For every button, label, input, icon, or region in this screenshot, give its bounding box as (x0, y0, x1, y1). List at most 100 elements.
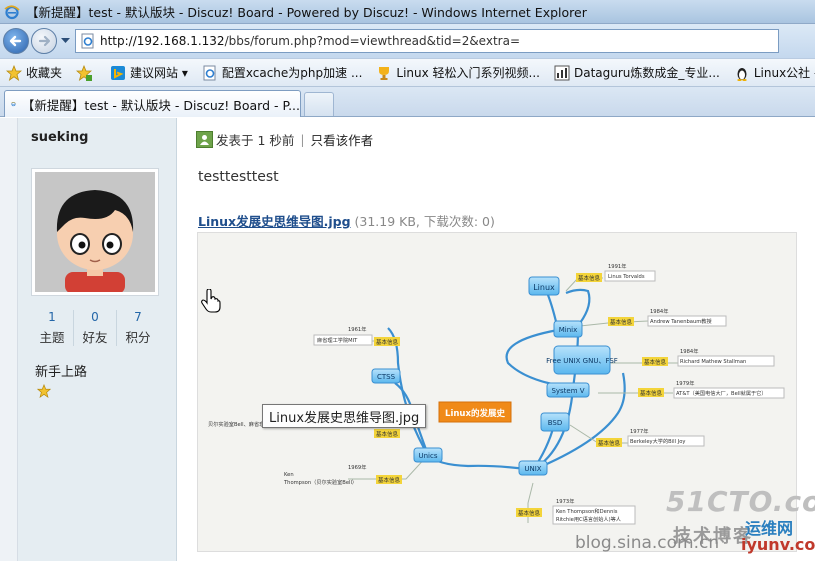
favorites-button[interactable]: 收藏夹 (6, 64, 62, 81)
svg-text:Berkeley大学的Bill Joy: Berkeley大学的Bill Joy (630, 437, 685, 445)
favorites-bar: 收藏夹 建议网站 ▾ 配置xcache为php加速 ... Linux 轻松入门… (0, 58, 815, 87)
stat-value: 7 (134, 310, 142, 324)
svg-text:Free UNIX GNU、FSF: Free UNIX GNU、FSF (546, 357, 618, 365)
page-icon (81, 33, 94, 49)
svg-text:1979年: 1979年 (676, 379, 694, 387)
svg-text:UNIX: UNIX (524, 465, 541, 473)
fav-item-dataguru[interactable]: Dataguru炼数成金_专业... (554, 64, 720, 81)
fav-label-linux-video: Linux 轻松入门系列视频... (396, 66, 540, 80)
fav-item-xcache[interactable]: 配置xcache为php加速 ... (202, 64, 363, 81)
attachment-link[interactable]: Linux发展史思维导图.jpg (198, 214, 351, 229)
svg-text:1961年: 1961年 (348, 325, 366, 333)
svg-text:Richard Mathew Stallman: Richard Mathew Stallman (680, 359, 746, 365)
page-icon (202, 65, 218, 81)
svg-text:1977年: 1977年 (630, 427, 648, 435)
add-favorite-icon (76, 64, 93, 81)
user-group[interactable]: 新手上路 (35, 361, 87, 380)
address-url: http://192.168.1.132/bbs/forum.php?mod=v… (100, 34, 520, 48)
svg-text:Linux: Linux (533, 283, 555, 292)
address-input[interactable]: http://192.168.1.132/bbs/forum.php?mod=v… (75, 29, 779, 53)
fav-label-suggested-sites: 建议网站 ▾ (130, 66, 188, 80)
window-title: 【新提醒】test - 默认版块 - Discuz! Board - Power… (26, 5, 587, 20)
svg-text:AT&T（美国电信大厂，Bell就属于它）: AT&T（美国电信大厂，Bell就属于它） (676, 389, 767, 397)
stat-threads[interactable]: 1 主题 (31, 310, 74, 346)
svg-text:基本信息: 基本信息 (644, 358, 667, 366)
online-status-icon (196, 131, 213, 148)
svg-text:麻省理工学院MIT: 麻省理工学院MIT (317, 336, 358, 344)
stat-value: 1 (48, 310, 56, 324)
watermark-iyunv: iyunv.com (741, 535, 815, 554)
svg-text:Minix: Minix (559, 326, 578, 334)
forward-button[interactable] (31, 28, 57, 54)
svg-text:基本信息: 基本信息 (376, 338, 399, 346)
url-host: http://192.168.1.132 (100, 34, 225, 48)
tux-icon (734, 65, 750, 81)
back-arrow-icon (9, 35, 22, 47)
ie-logo-icon (4, 4, 20, 19)
favorites-label: 收藏夹 (26, 66, 63, 80)
window-title-bar: 【新提醒】test - 默认版块 - Discuz! Board - Power… (0, 0, 815, 24)
chevron-down-icon (60, 38, 70, 43)
trophy-icon (376, 65, 392, 81)
fav-item-linuxidc[interactable]: Linux公社 - (734, 64, 815, 81)
page-content: sueking 1 主题 0 好友 7 积分 新手上路 发表于 1 秒前 | 只… (0, 118, 815, 561)
fav-label-xcache: 配置xcache为php加速 ... (221, 66, 363, 80)
meta-divider: | (300, 132, 305, 147)
svg-text:基本信息: 基本信息 (378, 476, 401, 484)
svg-text:Unics: Unics (418, 452, 437, 460)
user-stats: 1 主题 0 好友 7 积分 (31, 310, 159, 346)
svg-text:Linus Torvalds: Linus Torvalds (608, 274, 645, 280)
fav-item-linux-video[interactable]: Linux 轻松入门系列视频... (376, 64, 540, 81)
stat-label: 积分 (125, 330, 151, 345)
stat-label: 好友 (82, 330, 108, 345)
fav-item-suggested-sites[interactable]: 建议网站 ▾ (110, 64, 188, 81)
tab-active[interactable]: 【新提醒】test - 默认版块 - Discuz! Board - P... (4, 90, 301, 117)
hand-cursor-icon (201, 289, 221, 313)
fav-label-linuxidc: Linux公社 - (753, 66, 815, 80)
new-tab-button[interactable] (304, 92, 334, 116)
author-name[interactable]: sueking (31, 130, 88, 145)
svg-text:基本信息: 基本信息 (578, 274, 601, 282)
page-left-margin (0, 118, 18, 561)
image-tooltip: Linux发展史思维导图.jpg (262, 404, 427, 428)
svg-text:System V: System V (551, 387, 584, 395)
svg-text:CTSS: CTSS (377, 373, 396, 381)
avatar-image (35, 172, 155, 292)
ie-tab-icon (11, 101, 16, 107)
svg-text:基本信息: 基本信息 (640, 389, 663, 397)
url-path: /bbs/forum.php?mod=viewthread&tid=2&extr… (224, 34, 521, 48)
svg-text:1984年: 1984年 (650, 307, 668, 315)
svg-text:1991年: 1991年 (608, 262, 626, 270)
svg-text:Ken: Ken (284, 472, 294, 478)
svg-text:基本信息: 基本信息 (376, 430, 399, 438)
stat-friends[interactable]: 0 好友 (74, 310, 117, 346)
svg-text:1973年: 1973年 (556, 497, 574, 505)
attachment: Linux发展史思维导图.jpg (31.19 KB, 下载次数: 0) (198, 211, 495, 230)
post-meta: 发表于 1 秒前 | 只看该作者 (196, 130, 373, 149)
post-time: 发表于 1 秒前 (216, 133, 295, 148)
avatar[interactable] (31, 168, 159, 296)
attachment-info: (31.19 KB, 下载次数: 0) (350, 214, 495, 229)
suggested-sites-icon (110, 65, 126, 81)
author-sidebar: sueking 1 主题 0 好友 7 积分 新手上路 (18, 118, 177, 561)
svg-text:Thompson（贝尔实验室Bell）: Thompson（贝尔实验室Bell） (283, 478, 357, 486)
stat-points[interactable]: 7 积分 (117, 310, 159, 346)
svg-text:基本信息: 基本信息 (518, 509, 541, 517)
forward-arrow-icon (38, 35, 51, 47)
svg-text:Ken Thompson和Dennis: Ken Thompson和Dennis (556, 507, 618, 515)
svg-text:基本信息: 基本信息 (610, 318, 633, 326)
svg-text:1984年: 1984年 (680, 347, 698, 355)
chart-icon (554, 65, 570, 81)
svg-text:Ritchie用C语言创始人)等人: Ritchie用C语言创始人)等人 (556, 515, 621, 523)
only-author-link[interactable]: 只看该作者 (311, 130, 374, 149)
fav-label-dataguru: Dataguru炼数成金_专业... (573, 66, 720, 80)
post-body: testtesttest (198, 169, 279, 185)
mindmap-center-label: Linux的发展史 (445, 408, 505, 419)
stat-value: 0 (91, 310, 99, 324)
history-dropdown-button[interactable] (59, 31, 71, 51)
back-button[interactable] (3, 28, 29, 54)
add-favorite-button[interactable] (76, 64, 96, 81)
address-bar: http://192.168.1.132/bbs/forum.php?mod=v… (0, 24, 815, 58)
rank-star-icon (37, 384, 51, 398)
svg-text:Andrew Tanenbaum教授: Andrew Tanenbaum教授 (650, 317, 712, 325)
